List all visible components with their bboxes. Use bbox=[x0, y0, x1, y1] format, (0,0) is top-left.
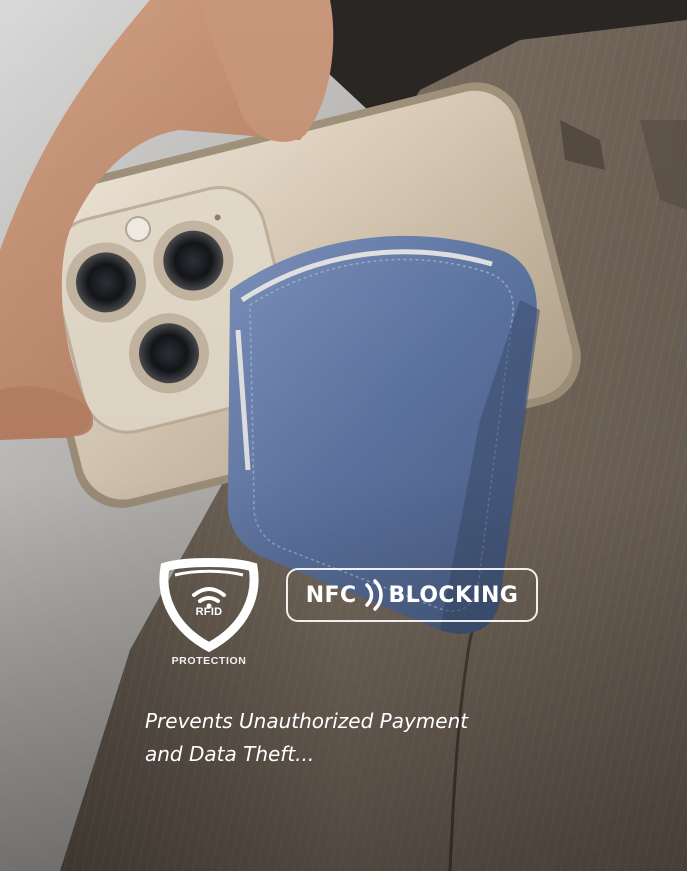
protection-label: PROTECTION bbox=[171, 655, 247, 667]
product-photo: RFID PROTECTION NFC BLOCKING Prevents Un… bbox=[0, 0, 687, 871]
nfc-waves-icon bbox=[364, 579, 383, 611]
rfid-protection-badge: RFID PROTECTION bbox=[150, 555, 268, 675]
blocking-label: BLOCKING bbox=[388, 582, 519, 608]
caption-line-2: and Data Theft... bbox=[145, 742, 315, 766]
caption-text: Prevents Unauthorized Payment and Data T… bbox=[145, 705, 545, 771]
rfid-label: RFID bbox=[195, 606, 223, 618]
nfc-label: NFC bbox=[305, 582, 357, 608]
caption-line-1: Prevents Unauthorized Payment bbox=[145, 709, 469, 733]
shield-wifi-icon bbox=[159, 558, 259, 653]
nfc-blocking-badge: NFC BLOCKING bbox=[286, 568, 538, 622]
